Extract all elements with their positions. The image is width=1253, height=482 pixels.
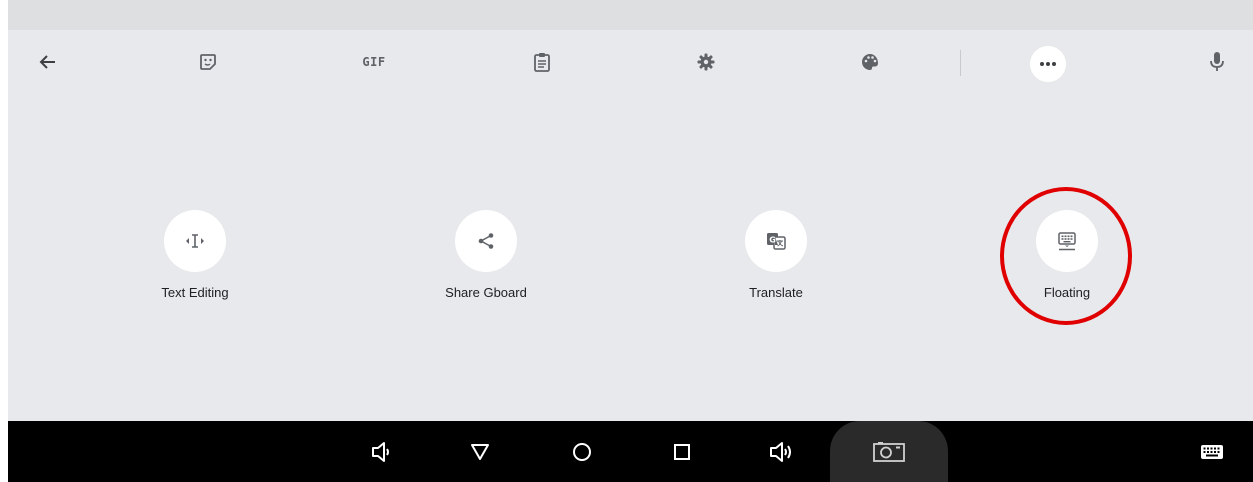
feature-translate[interactable]: G Translate — [706, 210, 846, 300]
translate-icon: G — [767, 233, 786, 250]
theme-button[interactable] — [854, 46, 886, 78]
gboard-window: GIF Text Editing Share Gboard G Translat… — [8, 0, 1253, 482]
gif-label: GIF — [362, 55, 386, 69]
screenshot-button[interactable] — [830, 421, 948, 482]
feature-translate-button[interactable]: G — [745, 210, 807, 272]
share-icon — [478, 233, 494, 249]
feature-share-gboard-button[interactable] — [455, 210, 517, 272]
feature-share-gboard[interactable]: Share Gboard — [416, 210, 556, 300]
sticker-button[interactable] — [192, 46, 224, 78]
feature-text-editing-button[interactable] — [164, 210, 226, 272]
toolbar-divider — [960, 50, 961, 76]
arrow-left-icon — [39, 55, 55, 69]
keyboard-toolbar: GIF — [8, 30, 1253, 94]
gif-button[interactable]: GIF — [358, 46, 390, 78]
system-navigation-bar — [8, 421, 1253, 482]
feature-floating[interactable]: Floating — [997, 210, 1137, 300]
top-strip — [8, 0, 1253, 30]
volume-down-icon — [372, 442, 389, 462]
voice-input-button[interactable] — [1201, 46, 1233, 78]
more-button[interactable] — [1030, 46, 1066, 82]
svg-text:G: G — [769, 236, 776, 245]
screenshot-icon — [873, 441, 905, 462]
feature-label: Floating — [1043, 285, 1091, 300]
keyboard-icon — [1201, 445, 1223, 459]
back-button[interactable] — [32, 46, 64, 78]
text-cursor-icon — [186, 234, 204, 248]
more-horizontal-icon — [1040, 62, 1056, 66]
volume-up-icon — [770, 442, 791, 462]
feature-floating-button[interactable] — [1036, 210, 1098, 272]
home-nav-button[interactable] — [564, 434, 600, 470]
clipboard-icon — [534, 53, 550, 72]
keyboard-panel: GIF Text Editing Share Gboard G Translat… — [8, 30, 1253, 421]
feature-label: Share Gboard — [445, 285, 527, 300]
volume-down-button[interactable] — [363, 434, 399, 470]
back-triangle-icon — [471, 444, 489, 460]
volume-up-button[interactable] — [763, 434, 799, 470]
settings-button[interactable] — [690, 46, 722, 78]
clipboard-button[interactable] — [526, 46, 558, 78]
floating-keyboard-icon — [1058, 232, 1076, 251]
feature-label: Translate — [749, 285, 803, 300]
back-nav-button[interactable] — [462, 434, 498, 470]
recents-nav-button[interactable] — [664, 434, 700, 470]
recents-square-icon — [674, 444, 690, 460]
feature-text-editing[interactable]: Text Editing — [125, 210, 265, 300]
palette-icon — [862, 54, 878, 70]
feature-label: Text Editing — [161, 285, 229, 300]
home-circle-icon — [573, 443, 591, 461]
microphone-icon — [1210, 52, 1224, 71]
gear-icon — [697, 53, 715, 71]
keyboard-switch-button[interactable] — [1194, 434, 1230, 470]
sticker-icon — [200, 54, 216, 70]
